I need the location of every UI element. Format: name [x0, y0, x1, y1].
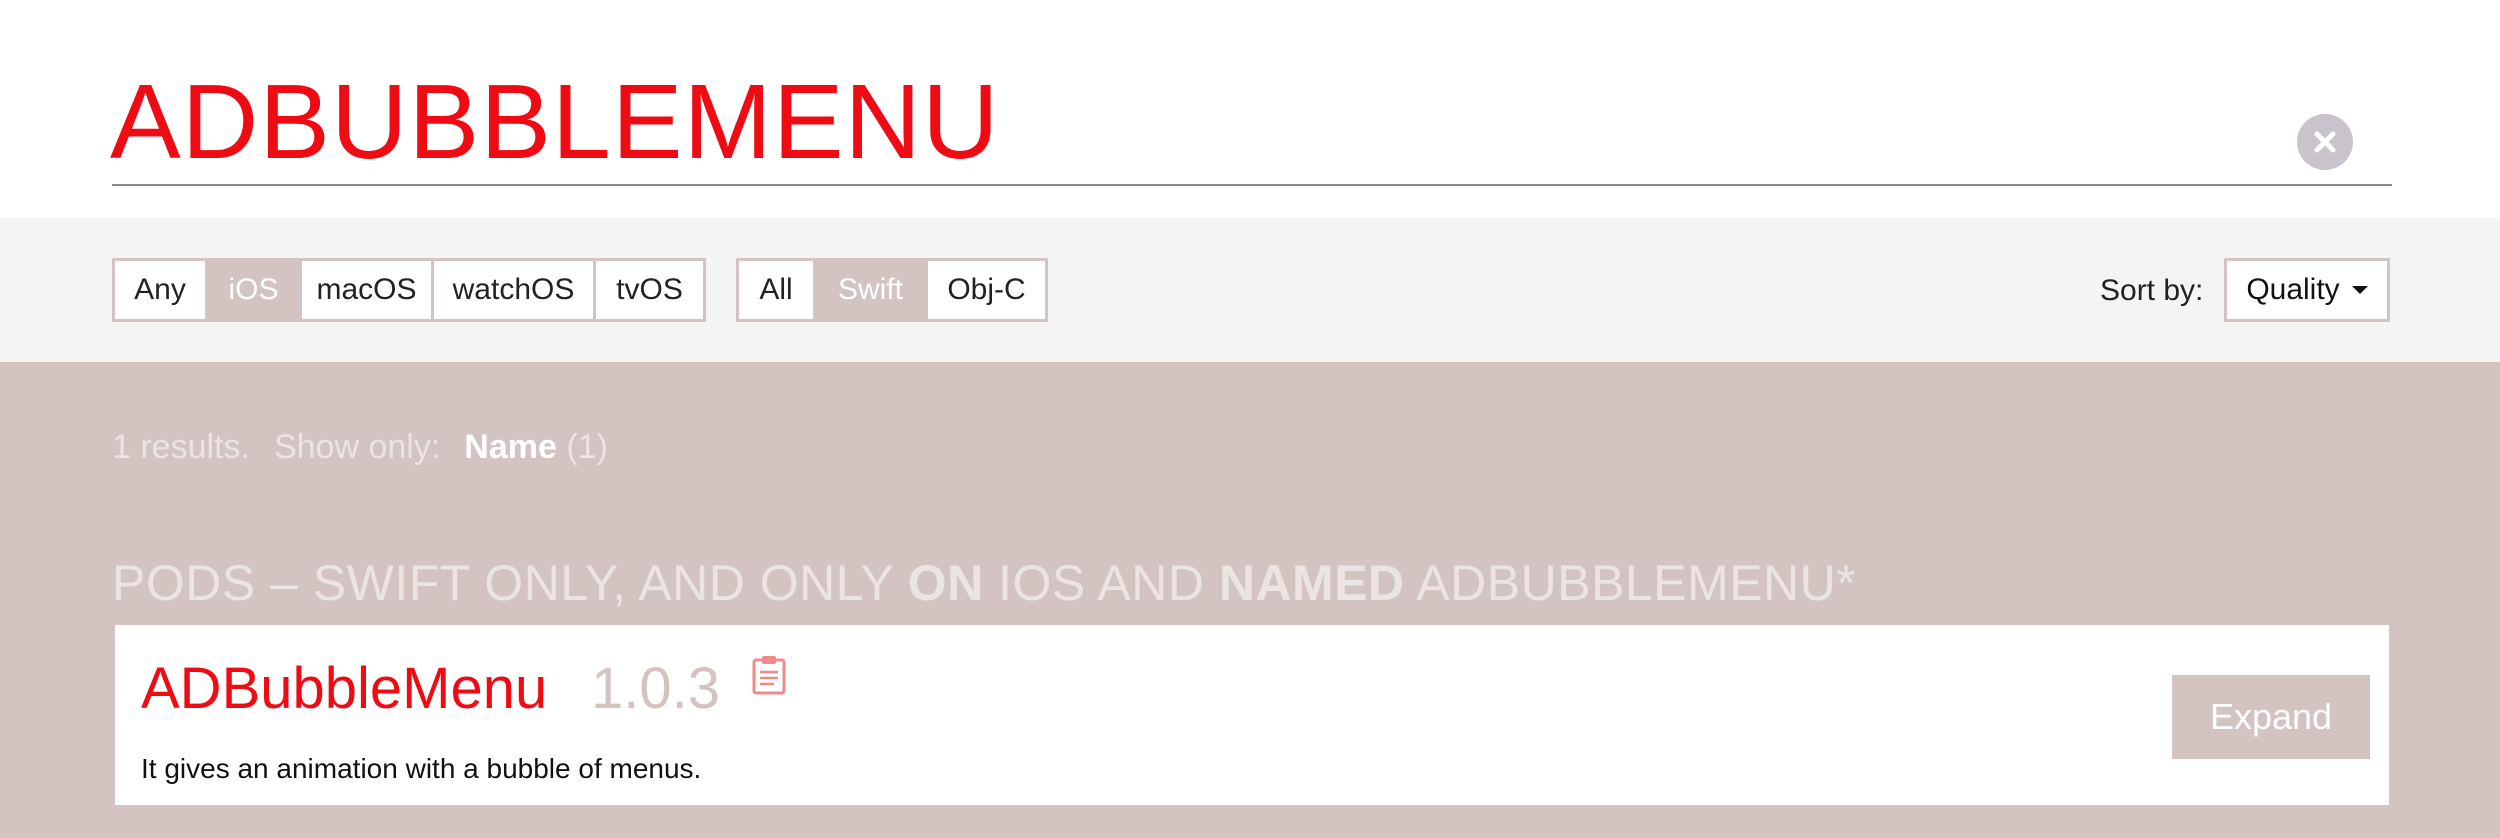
language-swift-button[interactable]: Swift — [813, 261, 925, 319]
sort-label: Sort by: — [2100, 274, 2204, 307]
pod-version: 1.0.3 — [591, 656, 720, 721]
expand-button[interactable]: Expand — [2172, 675, 2370, 759]
close-circle-icon — [2314, 131, 2336, 153]
heading-text-3: ADBUBBLEMENU* — [1404, 555, 1857, 611]
heading-bold-1: ON — [907, 555, 984, 611]
clipboard-icon[interactable] — [751, 655, 787, 695]
show-only-count: (1) — [566, 428, 608, 466]
heading-text-1: PODS – SWIFT ONLY, AND ONLY — [112, 555, 908, 611]
results-summary: 1 results. Show only: Name (1) — [112, 428, 608, 467]
section-heading: PODS – SWIFT ONLY, AND ONLY ON IOS AND N… — [112, 554, 1856, 612]
show-only-name-link[interactable]: Name — [464, 428, 557, 466]
pod-name-link[interactable]: ADBubbleMenu — [141, 655, 547, 722]
platform-any-button[interactable]: Any — [115, 261, 205, 319]
language-all-button[interactable]: All — [739, 261, 813, 319]
show-only-label: Show only: — [273, 428, 441, 466]
results-area: 1 results. Show only: Name (1) PODS – SWIF… — [0, 362, 2500, 838]
heading-text-2: IOS AND — [983, 555, 1219, 611]
language-filter-group: All Swift Obj-C — [736, 258, 1048, 322]
filter-bar: Any iOS macOS watchOS tvOS All Swift Obj… — [0, 218, 2500, 362]
search-underline — [112, 184, 2392, 186]
platform-watchos-button[interactable]: watchOS — [431, 261, 593, 319]
pod-description: It gives an animation with a bubble of m… — [141, 753, 702, 784]
language-objc-button[interactable]: Obj-C — [925, 261, 1045, 319]
sort-value: Quality — [2246, 273, 2340, 306]
results-count: 1 results. — [112, 428, 250, 466]
sort-dropdown[interactable]: Quality — [2224, 258, 2390, 322]
search-input[interactable]: ADBUBBLEMENU — [110, 62, 1000, 182]
result-card: ADBubbleMenu 1.0.3 It gives an animation… — [112, 622, 2392, 808]
caret-down-icon — [2351, 286, 2368, 294]
platform-ios-button[interactable]: iOS — [205, 261, 299, 319]
heading-bold-2: NAMED — [1218, 555, 1405, 611]
platform-filter-group: Any iOS macOS watchOS tvOS — [112, 258, 706, 322]
search-header: ADBUBBLEMENU — [0, 0, 2500, 218]
platform-macos-button[interactable]: macOS — [299, 261, 431, 319]
platform-tvos-button[interactable]: tvOS — [593, 261, 703, 319]
clear-search-button[interactable] — [2297, 114, 2353, 170]
